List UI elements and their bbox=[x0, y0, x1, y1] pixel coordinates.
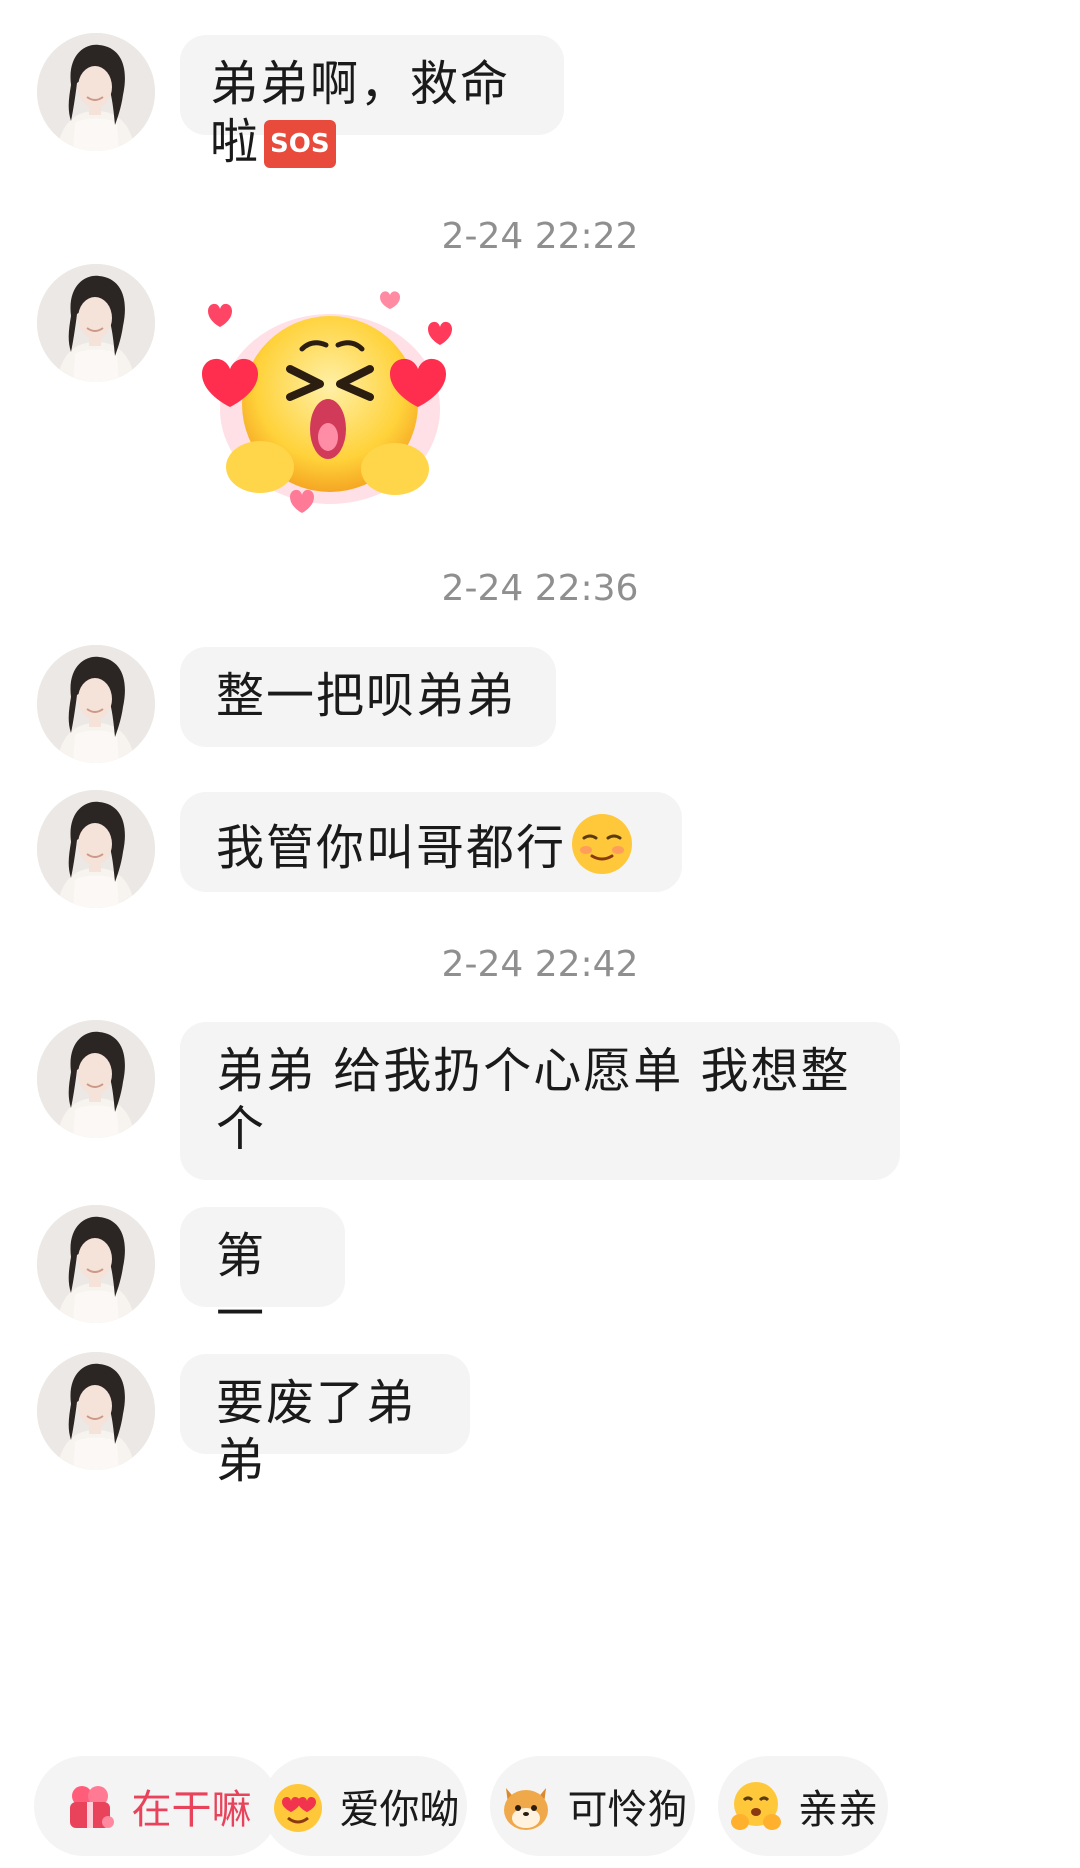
quick-reply-label: 在干嘛 bbox=[131, 1787, 252, 1833]
message-bubble[interactable]: 整一把呗弟弟 bbox=[180, 647, 556, 747]
message-bubble[interactable]: 要废了弟弟 bbox=[180, 1354, 470, 1489]
avatar[interactable] bbox=[37, 790, 155, 908]
shiba-dog-icon bbox=[503, 1788, 548, 1830]
timestamp: 2-24 22:22 bbox=[441, 216, 639, 257]
avatar[interactable] bbox=[37, 1205, 155, 1323]
timestamp: 2-24 22:42 bbox=[441, 944, 639, 985]
quick-reply-label: 爱你呦 bbox=[339, 1787, 460, 1833]
blushing-hearts-sticker-icon[interactable] bbox=[190, 279, 470, 519]
message-bubble[interactable]: 弟弟 给我扔个心愿单 我想整 个 bbox=[180, 1022, 900, 1180]
sos-icon: SOS bbox=[264, 120, 336, 168]
message-text-line: 个 bbox=[216, 1101, 267, 1157]
avatar[interactable] bbox=[37, 1020, 155, 1138]
message-text: 整一把呗弟弟 bbox=[216, 668, 517, 724]
message-text: 要废了弟弟 bbox=[216, 1375, 417, 1489]
message-bubble[interactable]: 第一 bbox=[180, 1207, 345, 1342]
message-bubble[interactable]: 我管你叫哥都行 bbox=[180, 792, 682, 892]
hug-face-icon bbox=[731, 1782, 781, 1830]
heart-eyes-icon bbox=[273, 1784, 322, 1832]
gift-icon bbox=[69, 1786, 114, 1828]
quick-reply-label: 亲亲 bbox=[798, 1787, 878, 1833]
quick-reply-chip[interactable]: 亲亲 bbox=[718, 1756, 888, 1856]
quick-reply-chip[interactable]: 爱你呦 bbox=[262, 1756, 467, 1856]
message-text: 我管你叫哥都行 bbox=[216, 820, 567, 876]
quick-reply-chip[interactable]: 在干嘛 bbox=[34, 1756, 279, 1856]
message-text: 第一 bbox=[216, 1228, 267, 1342]
timestamp: 2-24 22:36 bbox=[441, 568, 639, 609]
message-bubble[interactable]: 弟弟啊，救命啦 SOS bbox=[180, 35, 564, 170]
relieved-face-icon bbox=[572, 814, 633, 874]
message-text-line: 弟弟 给我扔个心愿单 我想整 bbox=[216, 1043, 851, 1099]
avatar[interactable] bbox=[37, 1352, 155, 1470]
quick-reply-label: 可怜狗 bbox=[567, 1787, 688, 1833]
avatar[interactable] bbox=[37, 33, 155, 151]
quick-reply-chip[interactable]: 可怜狗 bbox=[490, 1756, 695, 1856]
avatar[interactable] bbox=[37, 264, 155, 382]
avatar[interactable] bbox=[37, 645, 155, 763]
quick-reply-bar: 在干嘛 爱你呦 可怜狗 亲亲 bbox=[0, 1756, 1080, 1856]
message-text: 弟弟啊，救命啦 bbox=[210, 56, 511, 170]
